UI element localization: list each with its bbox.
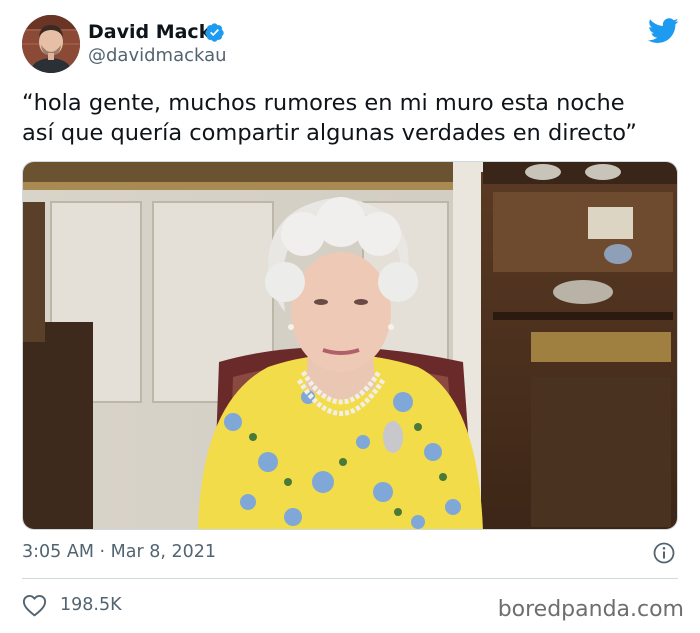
tweet-card: David Mack @davidmackau “hola gente, muc… <box>0 0 700 633</box>
verified-badge-icon <box>205 23 224 42</box>
divider <box>22 578 678 579</box>
author-handle[interactable]: @davidmackau <box>88 45 227 67</box>
author-avatar[interactable] <box>22 15 80 73</box>
tweet-text: “hola gente, muchos rumores en mi muro e… <box>22 90 637 146</box>
author-name[interactable]: David Mack <box>88 20 211 44</box>
twitter-bird-icon[interactable] <box>648 18 679 44</box>
heart-outline-icon[interactable] <box>22 594 47 617</box>
watermark-text: boredpanda.com <box>497 597 684 622</box>
tweet-timestamp[interactable]: 3:05 AM · Mar 8, 2021 <box>22 540 216 564</box>
like-count[interactable]: 198.5K <box>60 593 122 617</box>
info-circle-icon[interactable] <box>652 541 676 565</box>
tweet-media-photo[interactable] <box>22 161 678 530</box>
